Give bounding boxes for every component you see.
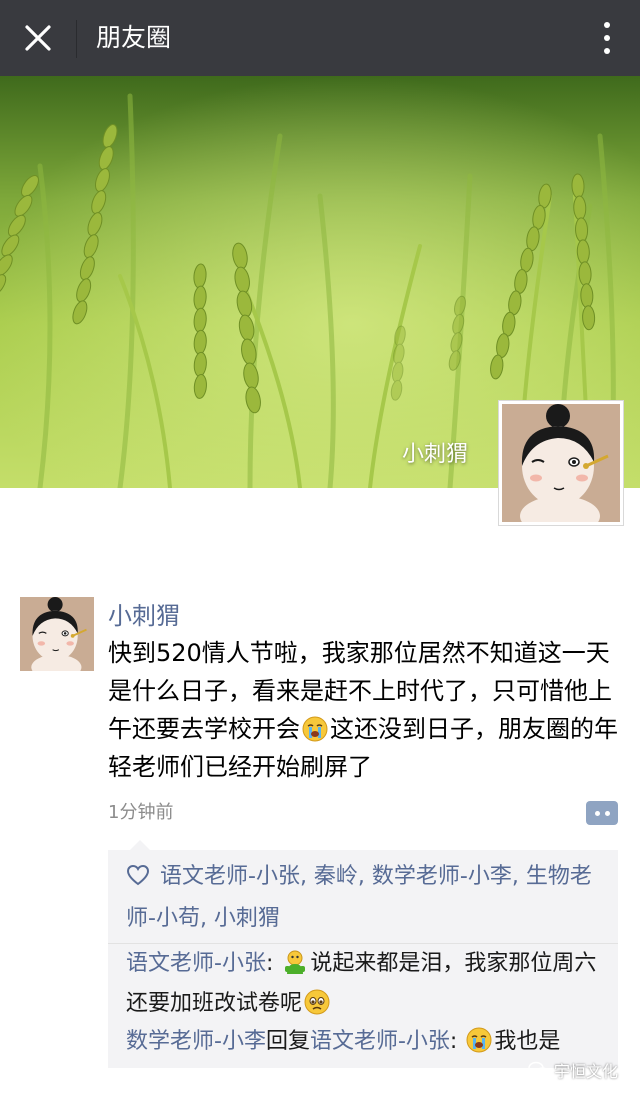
comment-reply-word: 回复 xyxy=(265,1029,310,1054)
comment-item[interactable]: 数学老师-小李回复语文老师-小张: 我也是 xyxy=(126,1022,606,1062)
more-dot-icon xyxy=(604,48,610,54)
wechat-logo-icon xyxy=(528,1061,550,1078)
likes-list: 语文老师-小张, 秦岭, 数学老师-小李, 生物老师-小苟, 小刺猬 xyxy=(126,856,606,940)
likes-names[interactable]: 语文老师-小张, 秦岭, 数学老师-小李, 生物老师-小苟, 小刺猬 xyxy=(126,864,592,931)
comment-dot-icon xyxy=(594,810,600,816)
comment-action-button[interactable] xyxy=(586,801,618,825)
close-icon xyxy=(25,25,51,51)
post-text: 快到520情人节啦，我家那位居然不知道这一天是什么日子，看来是赶不上时代了，只可… xyxy=(108,634,620,786)
comment-author[interactable]: 语文老师-小张 xyxy=(126,951,266,976)
green-figure-emoji-icon xyxy=(285,950,306,974)
cover-owner-name: 小刺猬 xyxy=(401,442,468,467)
heart-icon xyxy=(126,864,150,886)
topbar-divider xyxy=(76,20,77,58)
close-button[interactable] xyxy=(16,14,60,62)
post-timestamp: 1分钟前 xyxy=(108,802,174,823)
watermark: 宇恒文化 xyxy=(528,1058,618,1082)
more-options-button[interactable] xyxy=(592,16,622,60)
comment-text: 我也是 xyxy=(494,1029,561,1054)
comment-author[interactable]: 数学老师-小李 xyxy=(126,1029,266,1054)
more-dot-icon xyxy=(604,22,610,28)
watermark-text: 宇恒文化 xyxy=(554,1062,619,1081)
teary-face-emoji-icon xyxy=(304,989,330,1015)
top-bar: 朋友圈 xyxy=(0,0,640,76)
avatar-illustration xyxy=(20,597,94,680)
likes-comments-panel: 语文老师-小张, 秦岭, 数学老师-小李, 生物老师-小苟, 小刺猬 语文老师-… xyxy=(108,840,618,1068)
post-author-avatar[interactable] xyxy=(20,597,94,680)
more-dot-icon xyxy=(604,35,610,41)
avatar-illustration xyxy=(502,404,620,536)
page-title: 朋友圈 xyxy=(96,23,172,52)
comment-separator: : xyxy=(265,951,281,976)
comment-dot-icon xyxy=(604,810,610,816)
comment-separator: : xyxy=(449,1029,465,1054)
crying-emoji-icon xyxy=(466,1027,492,1053)
crying-emoji-icon xyxy=(302,716,328,742)
comment-reply-target[interactable]: 语文老师-小张 xyxy=(310,1029,450,1054)
post-author-name[interactable]: 小刺猬 xyxy=(108,596,180,631)
cover-avatar[interactable] xyxy=(498,400,624,536)
comment-item[interactable]: 语文老师-小张: 说起来都是泪，我家那位周六还要加班改试卷呢 xyxy=(126,944,606,1024)
